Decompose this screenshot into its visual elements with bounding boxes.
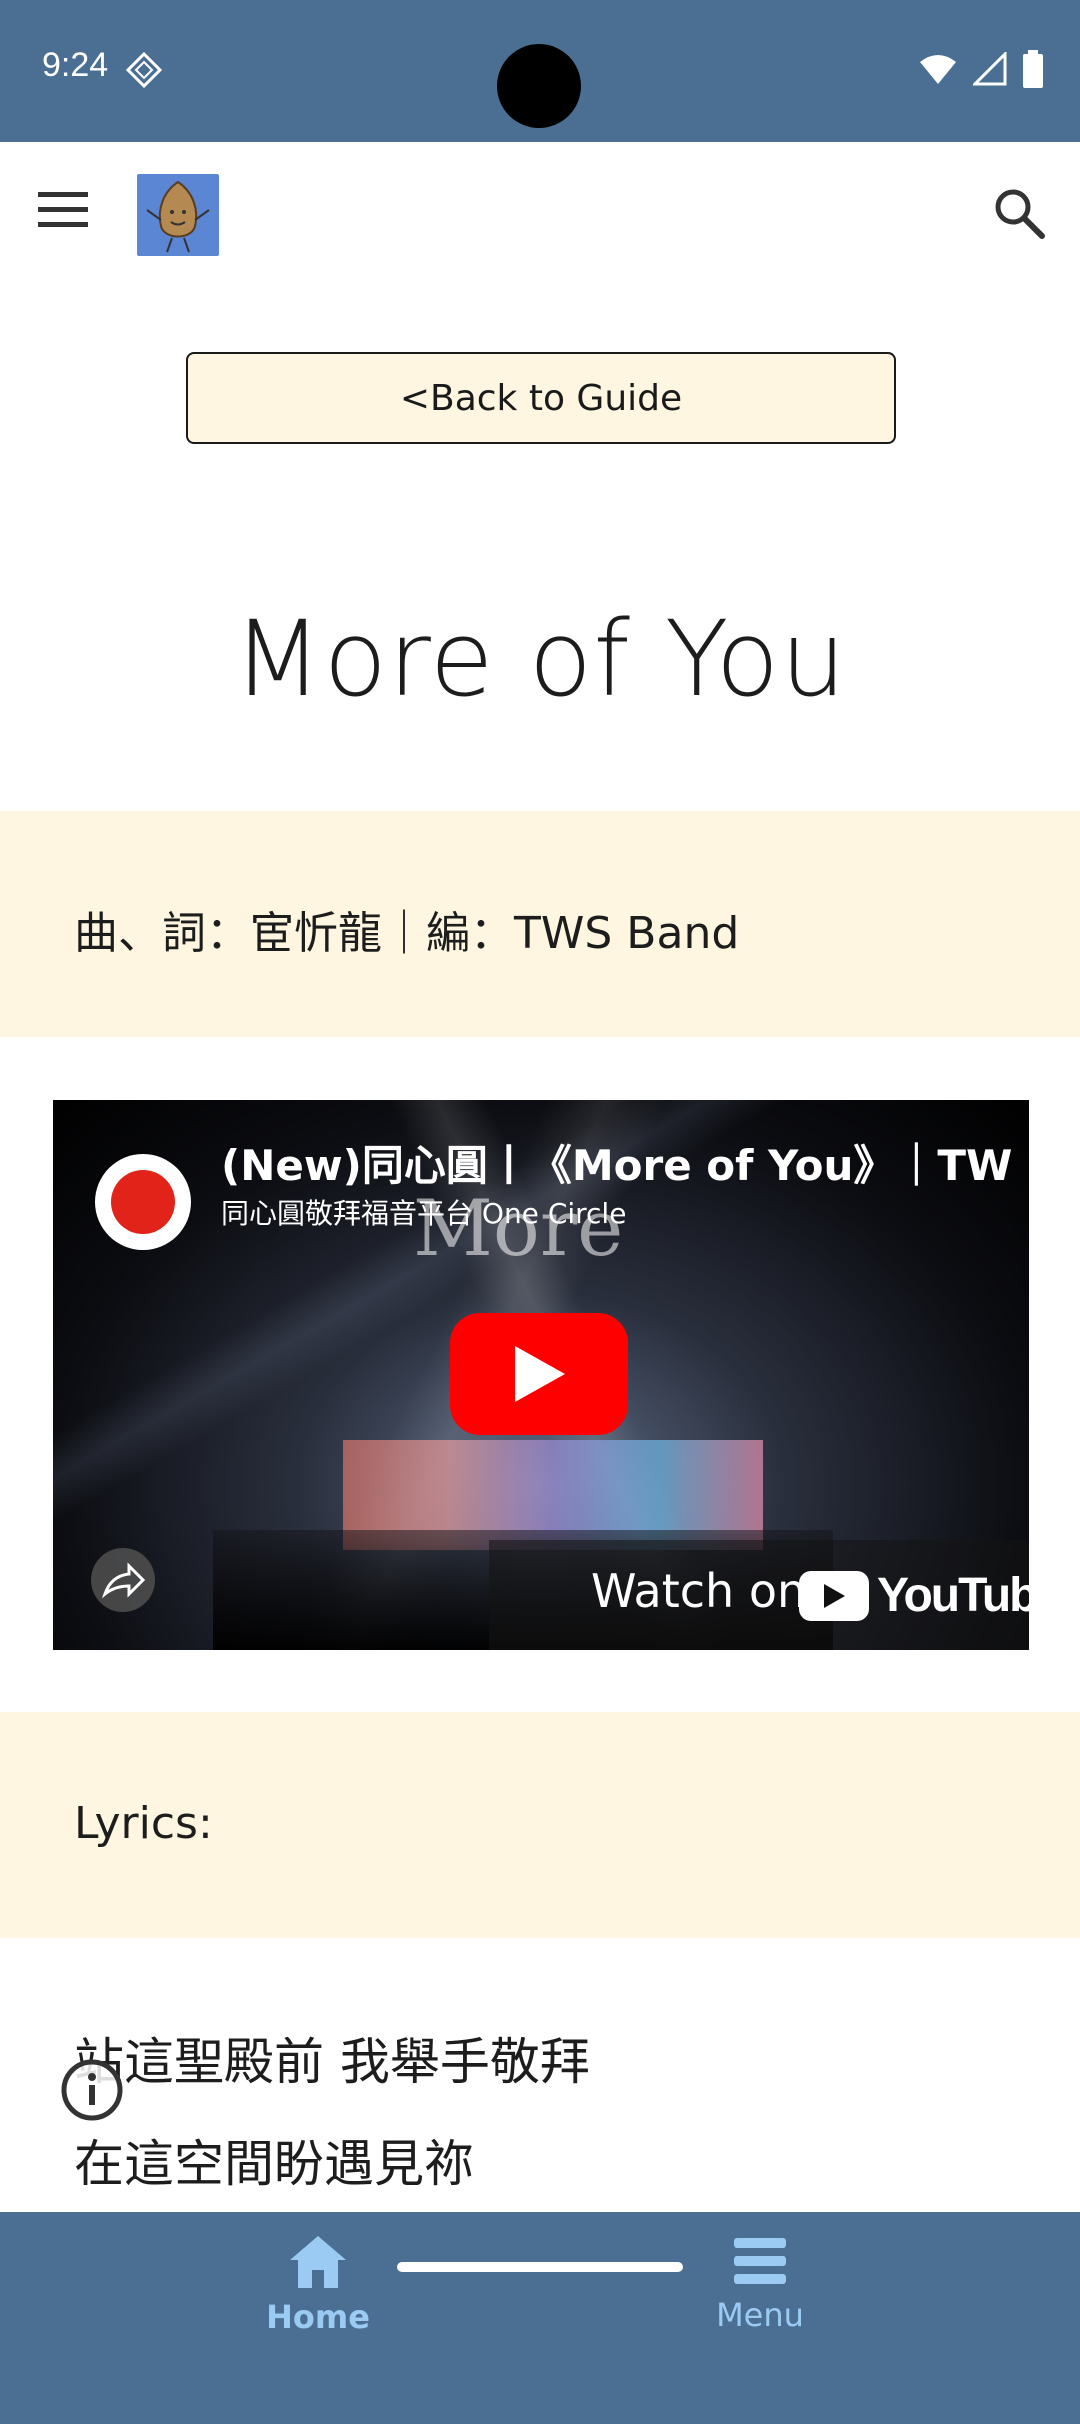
youtube-wordmark: YouTube bbox=[877, 1569, 1029, 1622]
diamond-icon bbox=[126, 52, 162, 88]
nav-menu-label: Menu bbox=[716, 2296, 804, 2334]
share-icon bbox=[101, 1562, 146, 1599]
back-to-guide-button[interactable]: <Back to Guide bbox=[186, 352, 896, 444]
play-button[interactable] bbox=[450, 1313, 628, 1435]
watch-on-youtube-button[interactable]: Watch on YouTube bbox=[489, 1540, 1029, 1650]
wifi-icon bbox=[919, 55, 956, 84]
logo-icon bbox=[146, 180, 210, 253]
youtube-video-embed[interactable]: More (New)同心圓丨《More of You》｜TW 同心圓敬拜福音平台… bbox=[53, 1100, 1029, 1650]
channel-avatar[interactable] bbox=[95, 1154, 191, 1250]
home-icon bbox=[290, 2236, 346, 2288]
youtube-play-icon bbox=[824, 1583, 845, 1608]
home-indicator[interactable] bbox=[397, 2262, 683, 2272]
video-title[interactable]: (New)同心圓丨《More of You》｜TW bbox=[221, 1132, 1012, 1193]
nav-menu[interactable]: Menu bbox=[640, 2232, 880, 2334]
signal-icon bbox=[972, 52, 1007, 86]
lyric-line: 站這聖殿前 我舉手敬拜 bbox=[74, 2033, 590, 2091]
menu-icon[interactable] bbox=[38, 190, 90, 230]
lyrics-section: Lyrics: bbox=[0, 1712, 1080, 1938]
status-bar: 9:24 bbox=[0, 0, 1080, 142]
share-button[interactable] bbox=[91, 1548, 155, 1612]
menu-icon bbox=[734, 2238, 786, 2284]
nav-home-label: Home bbox=[266, 2298, 370, 2336]
lyric-line: 在這空間盼遇見祢 bbox=[74, 2135, 474, 2193]
top-app-bar bbox=[0, 142, 1080, 288]
watch-on-label: Watch on bbox=[591, 1564, 807, 1618]
search-icon[interactable] bbox=[992, 186, 1046, 240]
page-title: More of You bbox=[232, 598, 848, 720]
credits-section: 曲、詞：宦忻龍｜編：TWS Band bbox=[0, 811, 1080, 1037]
lyrics-label: Lyrics: bbox=[74, 1798, 213, 1849]
nav-home[interactable]: Home bbox=[198, 2232, 438, 2336]
battery-icon bbox=[1023, 50, 1043, 88]
app-logo[interactable] bbox=[137, 174, 219, 256]
video-channel-name[interactable]: 同心圓敬拜福音平台 One Circle bbox=[221, 1192, 626, 1232]
play-icon bbox=[515, 1346, 565, 1402]
youtube-logo: YouTube bbox=[799, 1568, 1029, 1623]
camera-cutout bbox=[497, 44, 581, 128]
info-icon[interactable] bbox=[60, 2058, 124, 2122]
bottom-navigation: Home Menu bbox=[0, 2212, 1080, 2424]
song-credits: 曲、詞：宦忻龍｜編：TWS Band bbox=[74, 908, 740, 959]
status-time: 9:24 bbox=[42, 46, 109, 84]
status-icons bbox=[908, 50, 1044, 90]
